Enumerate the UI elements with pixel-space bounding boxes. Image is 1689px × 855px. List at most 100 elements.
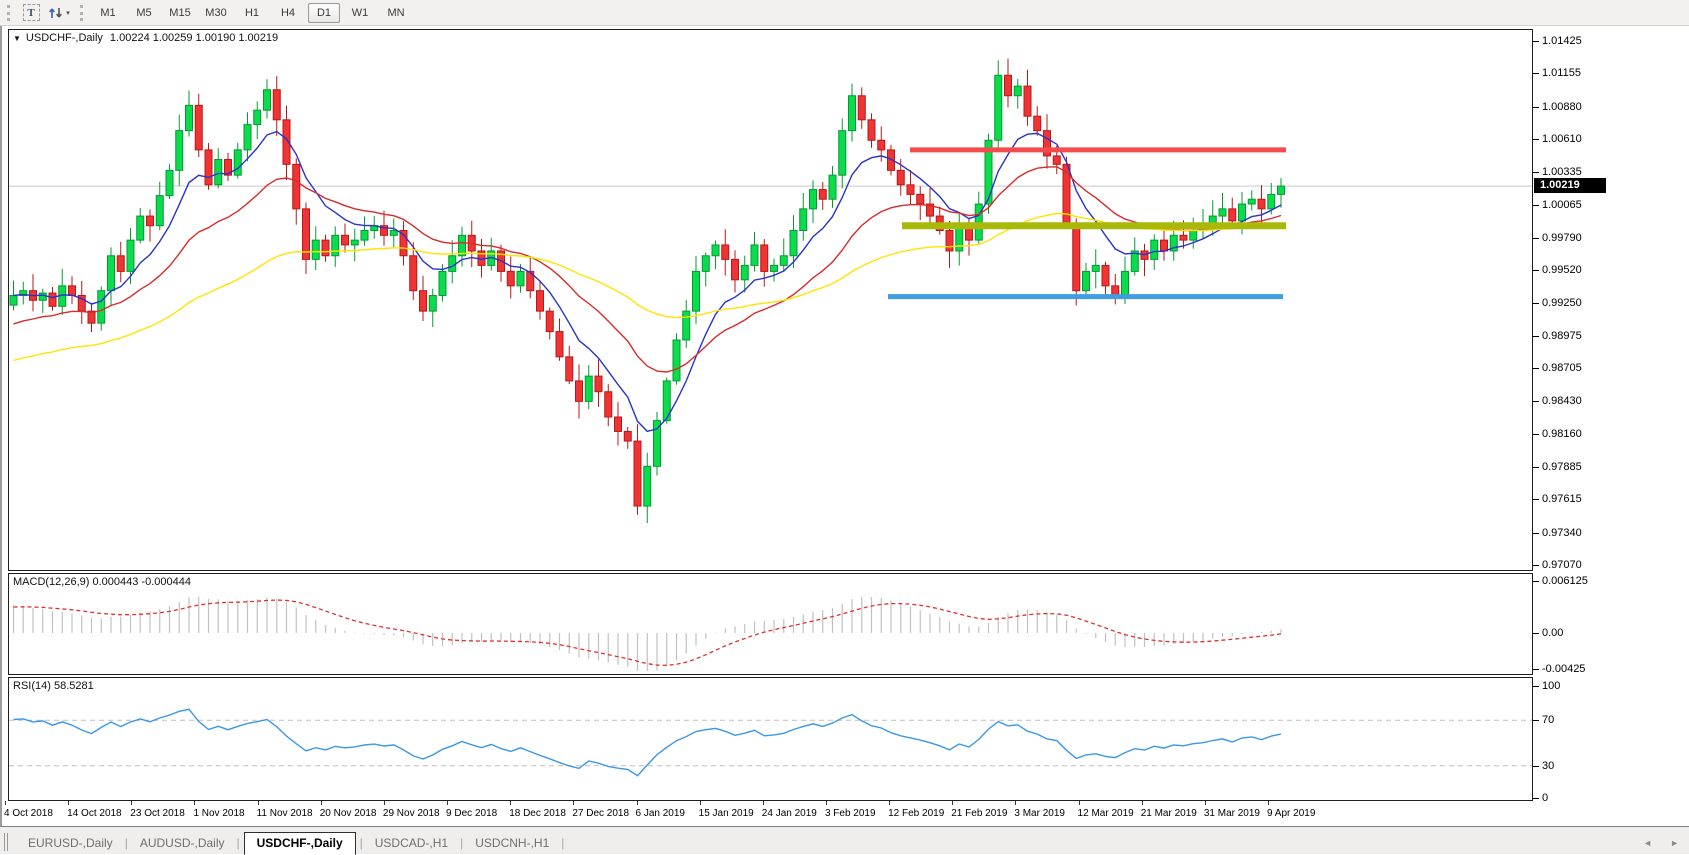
rsi-indicator-pane[interactable]: RSI(14) 58.5281: [8, 677, 1533, 801]
date-axis-label: 18 Dec 2018: [509, 808, 566, 819]
timeframe-button-m1[interactable]: M1: [92, 3, 124, 23]
chart-symbol-label: USDCHF-,Daily: [26, 32, 103, 44]
time-axis[interactable]: 4 Oct 2018 14 Oct 2018 23 Oct 2018 1 Nov 20…: [2, 801, 1689, 826]
macd-chart[interactable]: [9, 574, 1532, 674]
price-axis-tick: [1533, 73, 1539, 74]
rsi-axis-tick: [1533, 766, 1539, 767]
date-axis-tick: [447, 801, 448, 805]
price-axis-tick: [1533, 434, 1539, 435]
date-axis-tick: [131, 801, 132, 805]
price-axis-label: 1.00610: [1542, 133, 1582, 145]
toolbar-grip-icon[interactable]: [7, 5, 10, 21]
date-axis-tick: [1142, 801, 1143, 805]
tab-scroll-left-icon[interactable]: ◄: [1643, 838, 1652, 848]
date-axis-label: 12 Mar 2019: [1078, 808, 1134, 819]
collapse-icon[interactable]: ▼: [13, 34, 21, 43]
rsi-axis-label: 70: [1542, 714, 1554, 726]
timeframe-button-h4[interactable]: H4: [272, 3, 304, 23]
rsi-chart[interactable]: [9, 678, 1532, 800]
price-axis-label: 0.99250: [1542, 297, 1582, 309]
date-axis-tick: [194, 801, 195, 805]
price-axis-label: 0.99520: [1542, 264, 1582, 276]
date-axis-tick: [384, 801, 385, 805]
timeframe-button-mn[interactable]: MN: [380, 3, 412, 23]
timeframe-button-m30[interactable]: M30: [200, 3, 232, 23]
chevron-down-icon[interactable]: ▾: [66, 9, 70, 17]
price-axis-label: 0.98160: [1542, 428, 1582, 440]
price-axis-tick: [1533, 139, 1539, 140]
date-axis-label: 20 Nov 2018: [320, 808, 377, 819]
date-axis-tick: [637, 801, 638, 805]
macd-axis-label: 0.006125: [1542, 575, 1588, 587]
chart-ohlc-values: 1.00224 1.00259 1.00190 1.00219: [110, 32, 278, 44]
timeframe-button-w1[interactable]: W1: [344, 3, 376, 23]
date-axis-label: 9 Apr 2019: [1267, 808, 1315, 819]
date-axis-label: 3 Mar 2019: [1014, 808, 1065, 819]
price-axis-tick: [1533, 270, 1539, 271]
price-axis-label: 0.98975: [1542, 330, 1582, 342]
tab-usdcnh-h1[interactable]: USDCNH-,H1: [463, 833, 561, 854]
tab-usdcad-h1[interactable]: USDCAD-,H1: [363, 833, 460, 854]
price-axis-tick: [1533, 368, 1539, 369]
macd-axis-label: -0.00425: [1542, 663, 1585, 675]
date-axis-label: 11 Nov 2018: [257, 808, 313, 819]
date-axis-label: 9 Dec 2018: [446, 808, 497, 819]
tab-audusd-daily[interactable]: AUDUSD-,Daily: [128, 833, 237, 854]
price-axis-label: 1.00065: [1542, 199, 1582, 211]
price-axis-label: 1.01425: [1542, 35, 1582, 47]
tab-usdchf-daily[interactable]: USDCHF-,Daily: [244, 832, 356, 855]
tab-scroll-right-icon[interactable]: ►: [1670, 838, 1679, 848]
candlestick-chart[interactable]: [9, 30, 1532, 570]
chart-tab-bar: EURUSD-,Daily|AUDUSD-,Daily|USDCHF-,Dail…: [0, 826, 1689, 854]
macd-axis-tick: [1533, 669, 1539, 670]
macd-axis-tick: [1533, 633, 1539, 634]
timeframe-button-d1[interactable]: D1: [308, 3, 340, 23]
rsi-axis-tick: [1533, 686, 1539, 687]
macd-indicator-pane[interactable]: MACD(12,26,9) 0.000443 -0.000444: [8, 573, 1533, 675]
price-axis-tick: [1533, 533, 1539, 534]
date-axis-label: 4 Oct 2018: [4, 808, 53, 819]
price-axis-label: 0.98705: [1542, 362, 1582, 374]
arrange-arrows-button[interactable]: ▾: [47, 2, 71, 24]
rsi-axis-label: 100: [1542, 680, 1560, 692]
date-axis-tick: [321, 801, 322, 805]
price-axis-tick: [1533, 401, 1539, 402]
timeframe-button-h1[interactable]: H1: [236, 3, 268, 23]
date-axis-label: 1 Nov 2018: [193, 808, 244, 819]
date-axis-label: 24 Jan 2019: [762, 808, 817, 819]
timeframe-button-m15[interactable]: M15: [164, 3, 196, 23]
tab-eurusd-daily[interactable]: EURUSD-,Daily: [16, 833, 125, 854]
price-axis-tick: [1533, 336, 1539, 337]
price-axis[interactable]: 1.00219 1.014251.011551.008801.006101.00…: [1533, 26, 1689, 801]
date-axis-label: 23 Oct 2018: [130, 808, 184, 819]
price-axis-label: 0.98430: [1542, 395, 1582, 407]
rsi-axis-tick: [1533, 798, 1539, 799]
price-axis-tick: [1533, 303, 1539, 304]
macd-axis-tick: [1533, 581, 1539, 582]
price-axis-tick: [1533, 172, 1539, 173]
date-axis-tick: [1079, 801, 1080, 805]
text-tool-button[interactable]: T: [19, 2, 43, 24]
price-chart-pane[interactable]: ▼ USDCHF-,Daily 1.00224 1.00259 1.00190 …: [8, 29, 1533, 571]
macd-label: MACD(12,26,9) 0.000443 -0.000444: [13, 576, 191, 588]
toolbar-separator-grip-icon[interactable]: [80, 5, 83, 21]
date-axis-tick: [68, 801, 69, 805]
tab-bar-grip-icon: [4, 833, 8, 851]
price-axis-tick: [1533, 499, 1539, 500]
date-axis-label: 3 Feb 2019: [825, 808, 876, 819]
chart-title: ▼ USDCHF-,Daily 1.00224 1.00259 1.00190 …: [13, 32, 278, 44]
date-axis-tick: [5, 801, 6, 805]
price-axis-tick: [1533, 41, 1539, 42]
date-axis-tick: [510, 801, 511, 805]
text-tool-icon: T: [23, 4, 40, 21]
sort-arrows-icon: [48, 5, 64, 21]
timeframe-button-m5[interactable]: M5: [128, 3, 160, 23]
price-axis-tick: [1533, 565, 1539, 566]
date-axis-label: 14 Oct 2018: [67, 808, 121, 819]
date-axis-tick: [763, 801, 764, 805]
chart-window: ▼ USDCHF-,Daily 1.00224 1.00259 1.00190 …: [0, 26, 1689, 826]
date-axis-tick: [1205, 801, 1206, 805]
price-axis-label: 0.99790: [1542, 232, 1582, 244]
price-axis-label: 0.97340: [1542, 527, 1582, 539]
date-axis-tick: [826, 801, 827, 805]
